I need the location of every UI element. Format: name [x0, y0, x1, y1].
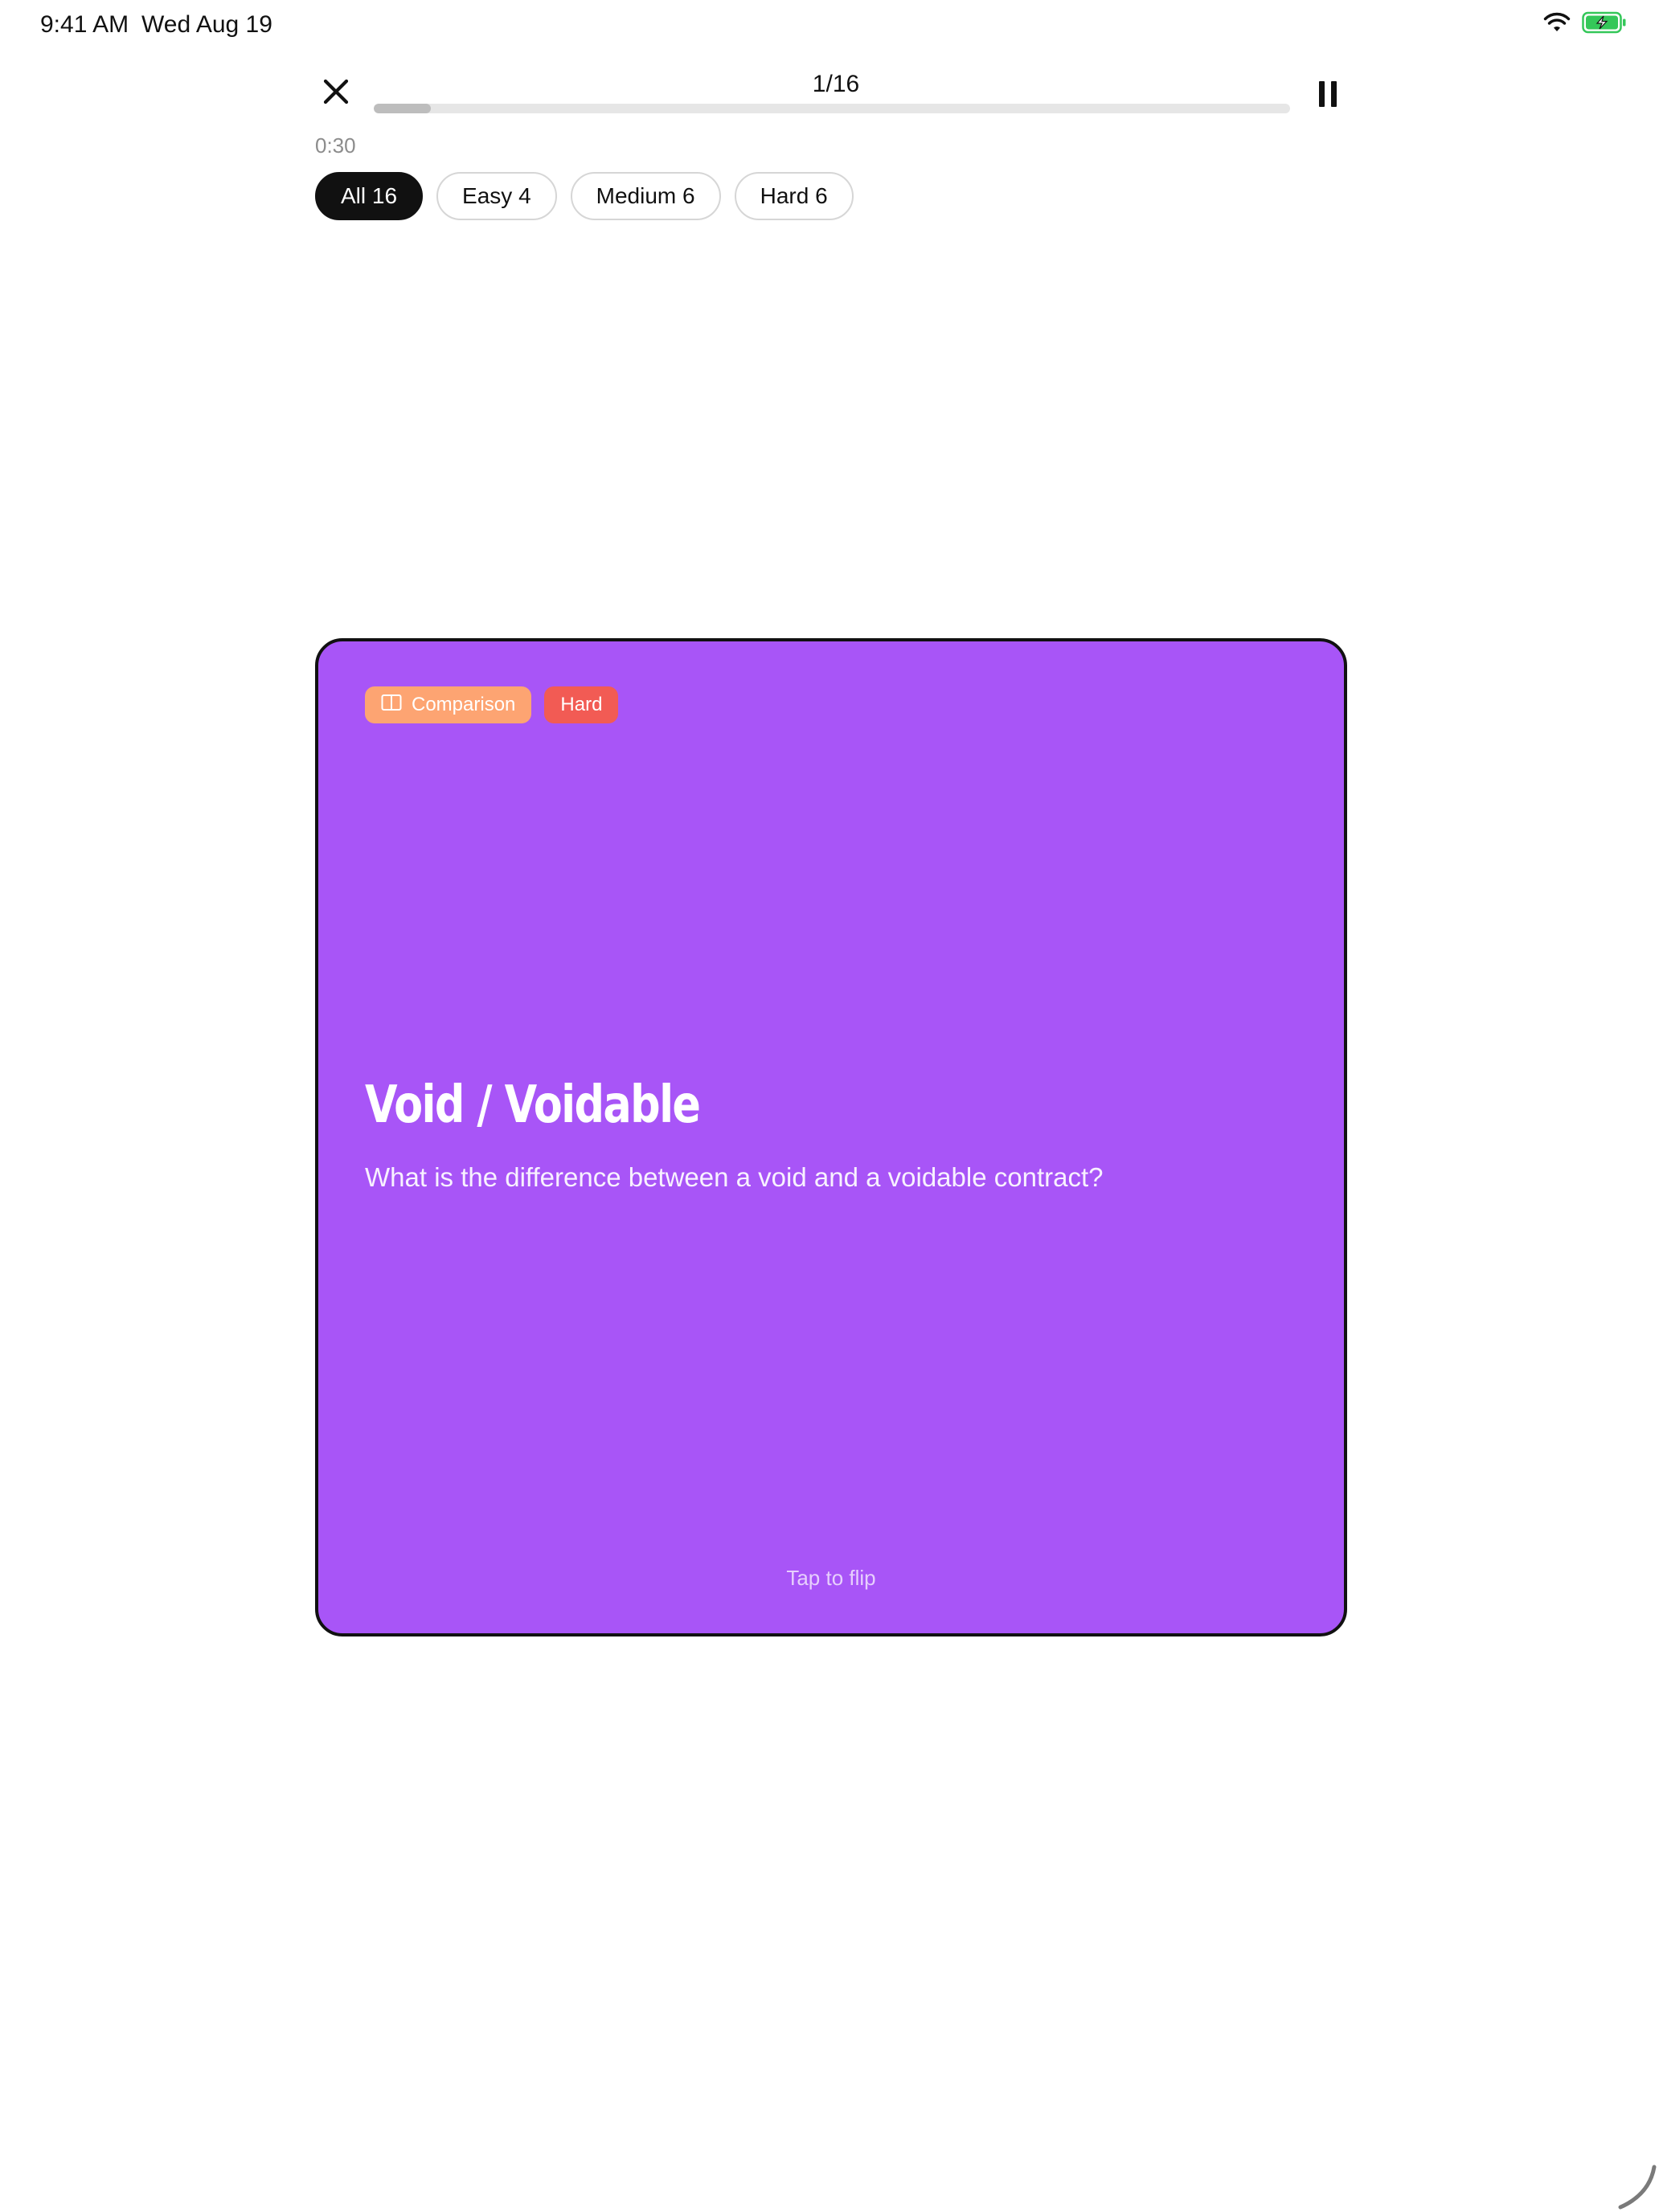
type-tag-label: Comparison — [412, 694, 516, 715]
status-date: Wed Aug 19 — [141, 11, 272, 38]
close-button[interactable] — [315, 72, 357, 114]
flashcard[interactable]: Comparison Hard Void / Voidable What is … — [315, 638, 1347, 1636]
status-time: 9:41 AM — [40, 11, 129, 38]
difficulty-tag: Hard — [544, 686, 619, 723]
progress-bar — [374, 104, 1290, 113]
corner-gesture-indicator — [1618, 2165, 1657, 2210]
pause-button[interactable] — [1305, 74, 1350, 114]
card-title: Void / Voidable — [365, 1075, 701, 1135]
difficulty-filter: All 16 Easy 4 Medium 6 Hard 6 — [315, 172, 854, 220]
filter-chip-hard[interactable]: Hard 6 — [734, 172, 854, 220]
filter-chip-easy[interactable]: Easy 4 — [436, 172, 557, 220]
status-indicators — [1543, 11, 1627, 38]
book-icon — [381, 694, 402, 717]
flip-hint: Tap to flip — [786, 1566, 876, 1590]
card-question: What is the difference between a void an… — [365, 1162, 1104, 1192]
progress-fill — [374, 104, 432, 113]
card-counter: 1/16 — [812, 71, 860, 97]
filter-chip-medium[interactable]: Medium 6 — [570, 172, 721, 220]
pause-icon — [1319, 81, 1337, 107]
battery-charging-icon — [1582, 11, 1627, 38]
filter-chip-all[interactable]: All 16 — [315, 172, 424, 220]
wifi-icon — [1543, 12, 1571, 37]
close-icon — [322, 78, 350, 109]
timer: 0:30 — [315, 133, 356, 158]
card-tags: Comparison Hard — [365, 686, 619, 723]
type-tag: Comparison — [365, 686, 532, 723]
